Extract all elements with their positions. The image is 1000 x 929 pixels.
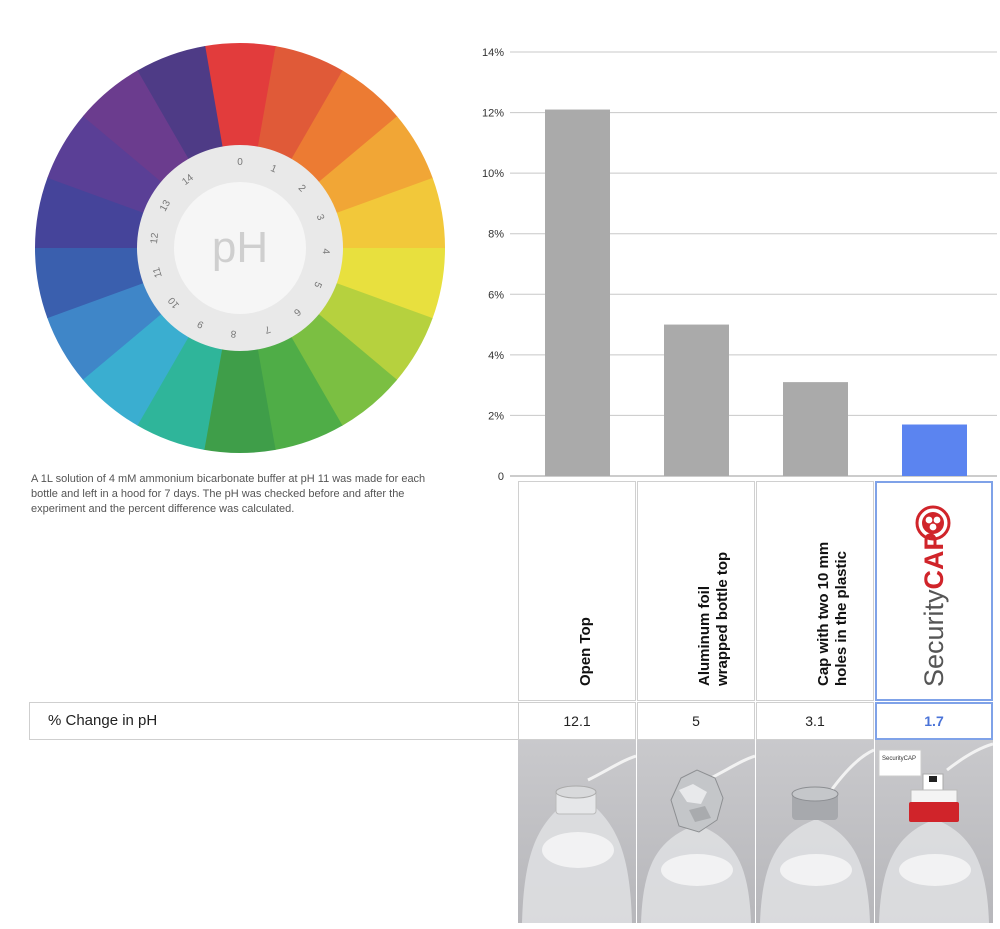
column-header-open-top: Open Top [518, 481, 636, 701]
securitycap-label-card [878, 749, 922, 777]
ph-center-label: pH [212, 223, 268, 272]
y-tick-label: 12% [482, 108, 504, 120]
chart-y-ticks: 0 2% 4% 6% 8% 10% 12% 14% [482, 47, 504, 483]
column-label: Cap with two 10 mm holes in the plastic [815, 541, 850, 686]
securitycap-label-card-text: SecurityCAP [882, 756, 916, 762]
chart-bar [783, 382, 848, 476]
ph-wheel-number: 12 [149, 232, 161, 245]
value-cell-open-top: 12.1 [518, 702, 636, 740]
row-label: % Change in pH [48, 712, 158, 729]
y-tick-label: 0 [498, 471, 504, 483]
experiment-description: A 1L solution of 4 mM ammonium bicarbona… [31, 473, 426, 515]
value-cell-securitycap: 1.7 [875, 702, 993, 740]
ph-color-wheel: 01234567891011121314 pH [35, 42, 445, 453]
column-header-securitycap: SecurityCAP [875, 481, 993, 701]
y-tick-label: 4% [488, 350, 504, 362]
ph-wheel-number: 0 [237, 157, 243, 168]
photo-aluminum-foil-bottle [637, 740, 755, 923]
value-cell-cap-holes: 3.1 [756, 702, 874, 740]
y-tick-label: 14% [482, 47, 504, 59]
column-headers: Open Top Aluminum foil wrapped bottle to… [518, 481, 995, 703]
photo-cap-with-holes-bottle [756, 740, 874, 923]
column-label: Open Top [577, 617, 594, 686]
chart-bar [902, 424, 967, 476]
row-label-cell: % Change in pH [29, 702, 519, 740]
bottle-photos: SecurityCAP [518, 740, 995, 923]
securitycap-logo-prefix: Security [919, 589, 949, 687]
chart-bar [664, 324, 729, 476]
y-tick-label: 10% [482, 168, 504, 180]
securitycap-logo-suffix: CAP [919, 532, 949, 589]
securitycap-logo: SecurityCAP [915, 505, 951, 687]
ph-change-row: % Change in pH 12.1 5 3.1 1.7 [29, 702, 995, 740]
photo-open-top-bottle [518, 740, 636, 923]
ph-change-bar-chart: 0 2% 4% 6% 8% 10% 12% 14% [482, 47, 997, 483]
svg-text:SecurityCAP: SecurityCAP [919, 532, 949, 687]
chart-bar [545, 109, 610, 477]
y-tick-label: 6% [488, 289, 504, 301]
column-header-cap-holes: Cap with two 10 mm holes in the plastic [756, 481, 874, 701]
value-cell-aluminum-foil: 5 [637, 702, 755, 740]
ph-wheel-number: 4 [320, 248, 331, 254]
chart-bars [545, 109, 967, 477]
y-tick-label: 2% [488, 410, 504, 422]
column-label: Aluminum foil wrapped bottle top [696, 551, 731, 686]
photo-securitycap-bottle: SecurityCAP [875, 740, 993, 923]
column-header-aluminum-foil: Aluminum foil wrapped bottle top [637, 481, 755, 701]
y-tick-label: 8% [488, 229, 504, 241]
